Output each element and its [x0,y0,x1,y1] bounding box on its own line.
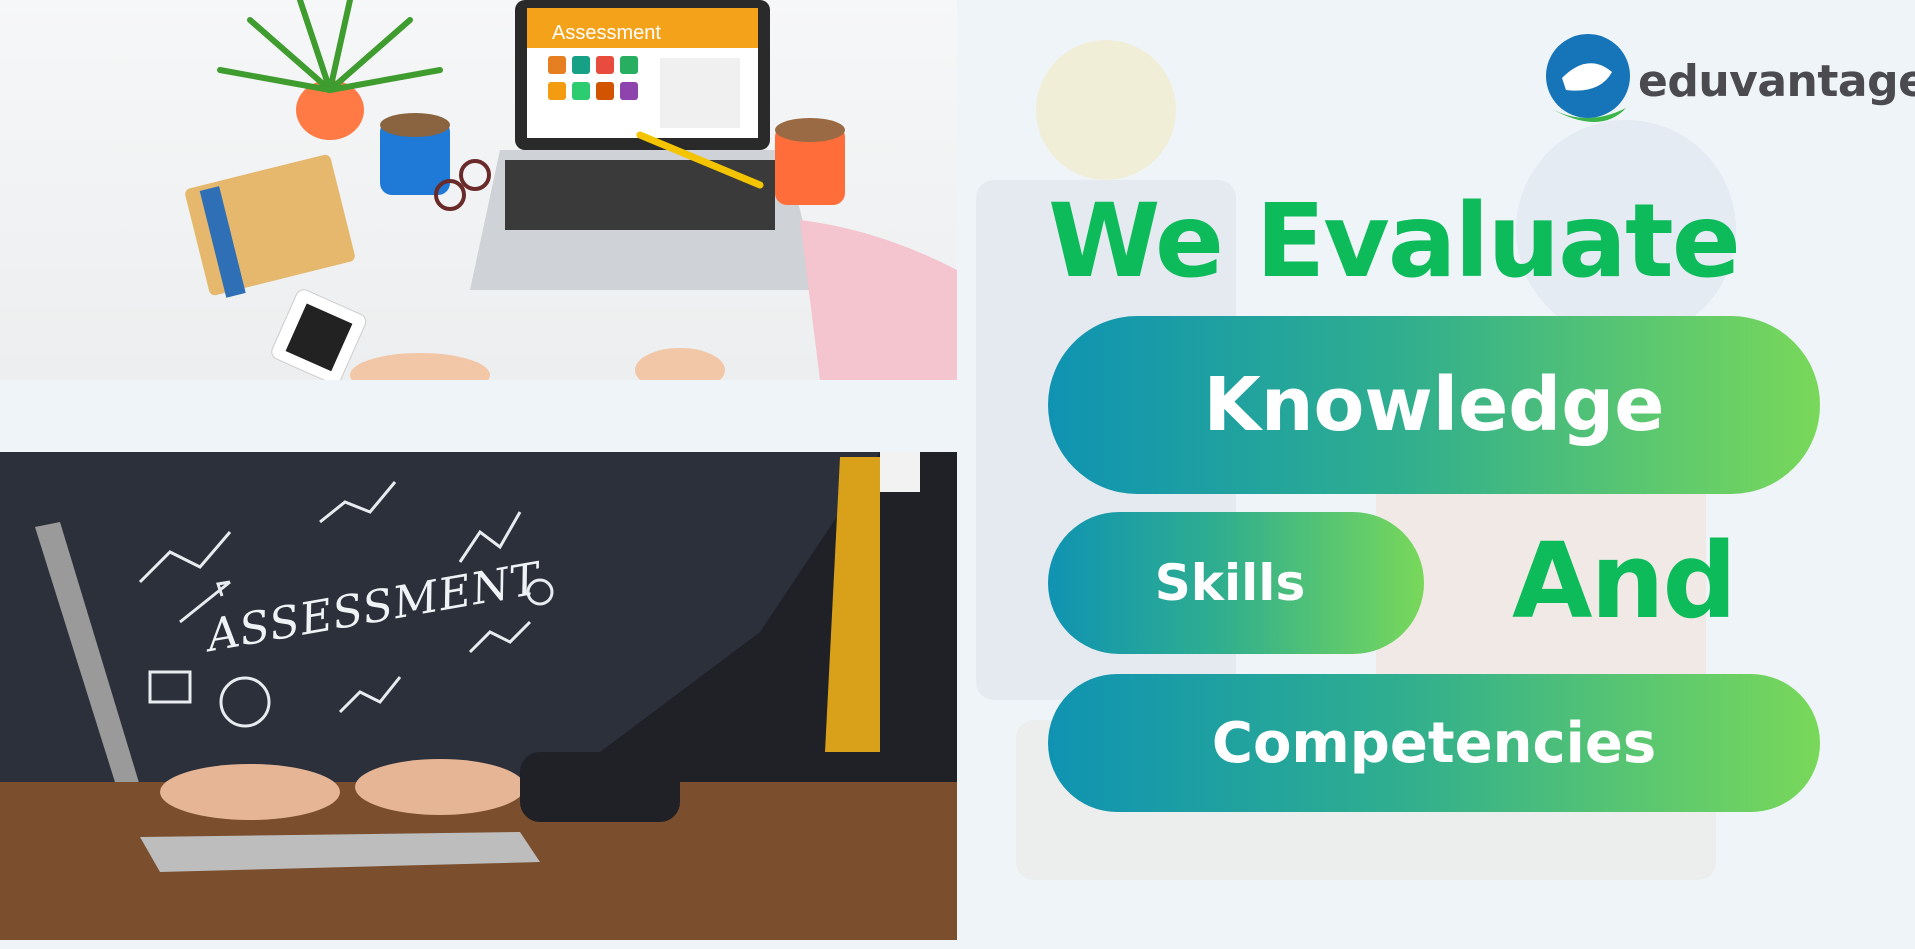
headline: We Evaluate [1048,182,1741,301]
competencies-label: Competencies [1211,710,1657,776]
skills-pill: Skills [1048,512,1424,654]
eduvantage-logo-icon [1546,34,1630,122]
knowledge-pill: Knowledge [1048,316,1820,494]
competencies-pill: Competencies [1048,674,1820,812]
skills-label: Skills [1154,554,1306,612]
brand-logo[interactable]: eduvantage [1540,32,1915,130]
desk-scene-illustration [185,0,957,380]
screen-title: Assessment [552,22,661,44]
logo-text: eduvantage [1638,55,1915,107]
laptop-assessment-photo: Assessment [0,0,957,380]
knowledge-label: Knowledge [1203,362,1665,448]
typing-assessment-photo: ASSESSMENT [0,452,957,940]
and-text: And [1512,520,1737,642]
chalkboard-scene-illustration [0,452,957,940]
